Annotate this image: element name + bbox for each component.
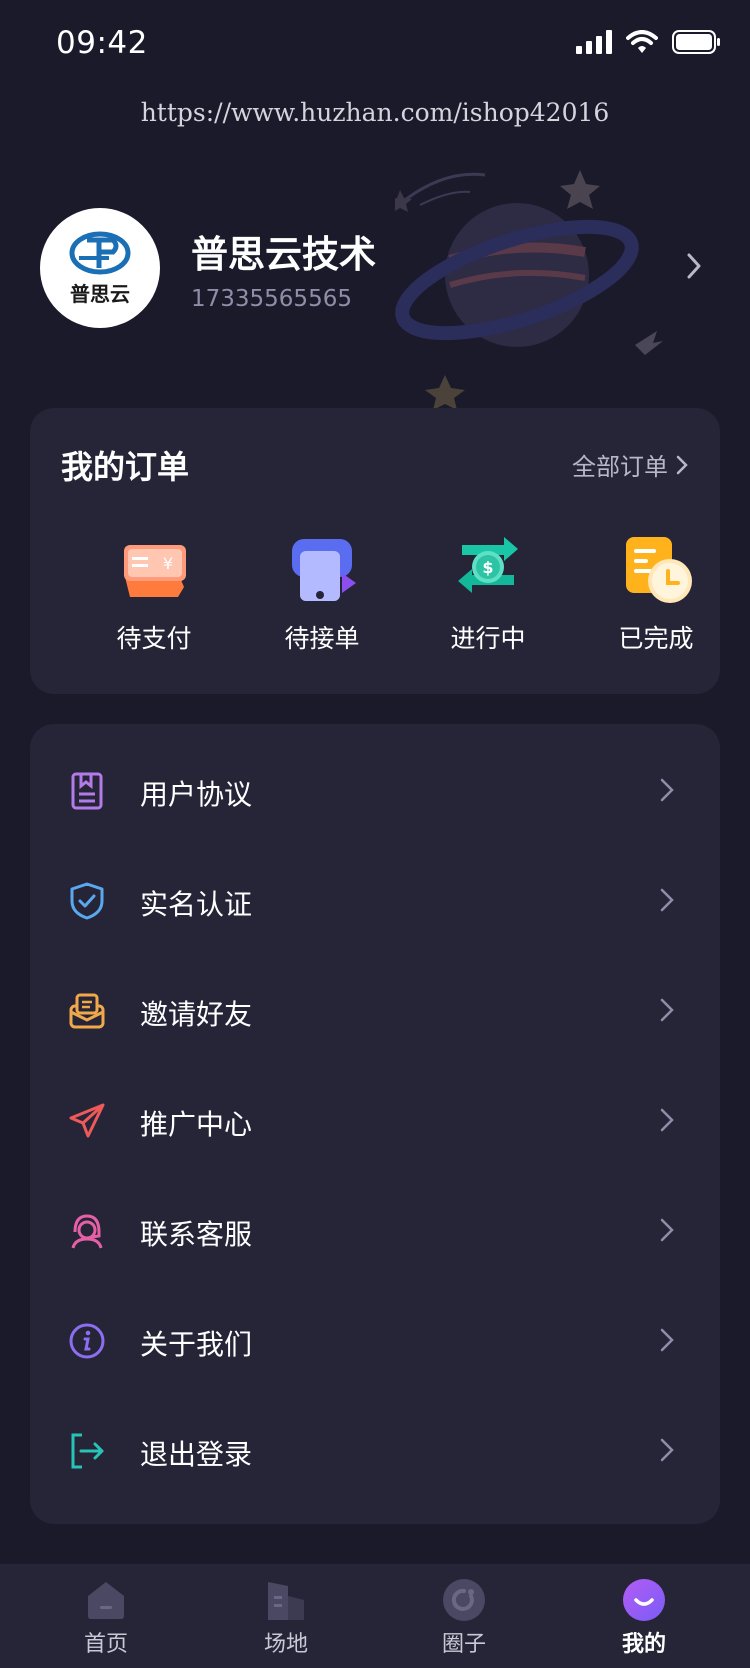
- order-pending-accept[interactable]: 待接单: [247, 533, 397, 655]
- wifi-icon: [626, 30, 658, 53]
- order-pending-payment[interactable]: ¥ 待支付: [79, 533, 229, 655]
- all-orders-link[interactable]: 全部订单: [572, 447, 688, 482]
- tab-label: 我的: [621, 1632, 666, 1657]
- menu-label: 关于我们: [140, 1328, 253, 1361]
- chevron-right-icon[interactable]: [686, 252, 702, 280]
- all-orders-label: 全部订单: [572, 453, 668, 481]
- orders-title: 我的订单: [61, 448, 190, 486]
- brand-logo-icon: [69, 231, 131, 274]
- menu-label: 实名认证: [140, 888, 253, 921]
- tab-bar: 首页 场地 圈子 我的: [0, 1564, 750, 1668]
- status-icons: [576, 30, 720, 54]
- profile-phone: 17335565565: [191, 286, 352, 312]
- svg-text:¥: ¥: [163, 554, 173, 573]
- signal-icon: [576, 30, 612, 54]
- avatar-logo-text: 普思云: [70, 281, 130, 306]
- watermark-url: https://www.huzhan.com/ishop42016: [140, 98, 610, 127]
- order-label: 进行中: [450, 624, 526, 653]
- tab-label: 首页: [83, 1632, 128, 1657]
- chevron-right-icon: [660, 1218, 674, 1242]
- menu-item-real-name-auth[interactable]: 实名认证: [30, 846, 720, 956]
- shield-check-icon: [70, 882, 104, 920]
- orders-card: 我的订单 全部订单 ¥ 待支付 待接单 $ 进行中 已完成: [30, 408, 720, 694]
- order-label: 待接单: [284, 624, 360, 653]
- svg-text:$: $: [482, 558, 493, 577]
- home-icon: [88, 1582, 124, 1619]
- pending-accept-icon: [292, 539, 356, 601]
- chevron-right-icon: [660, 778, 674, 802]
- menu-item-promotion-center[interactable]: 推广中心: [30, 1066, 720, 1176]
- logout-icon: [71, 1433, 104, 1469]
- tab-label: 场地: [263, 1632, 308, 1657]
- status-bar: 09:42: [0, 0, 750, 90]
- menu-label: 退出登录: [140, 1438, 253, 1471]
- tab-label: 圈子: [441, 1632, 486, 1657]
- completed-icon: [626, 537, 692, 603]
- envelope-icon: [69, 993, 105, 1029]
- status-time: 09:42: [56, 25, 148, 61]
- in-progress-icon: $: [458, 537, 518, 593]
- profile-name[interactable]: 普思云技术: [191, 224, 376, 278]
- menu-label: 联系客服: [140, 1218, 253, 1251]
- circle-icon: [443, 1579, 485, 1621]
- chevron-right-icon: [660, 888, 674, 912]
- headset-icon: [71, 1214, 103, 1249]
- tab-home[interactable]: 首页: [46, 1578, 166, 1658]
- chevron-right-icon: [660, 998, 674, 1022]
- menu-label: 用户协议: [140, 778, 253, 811]
- order-label: 待支付: [116, 624, 192, 653]
- menu-item-about-us[interactable]: 关于我们: [30, 1286, 720, 1396]
- tab-mine[interactable]: 我的: [584, 1578, 704, 1658]
- chevron-right-icon: [660, 1328, 674, 1352]
- menu-item-invite-friends[interactable]: 邀请好友: [30, 956, 720, 1066]
- avatar[interactable]: 普思云: [40, 208, 160, 328]
- order-completed[interactable]: 已完成: [581, 533, 731, 655]
- document-icon: [71, 772, 103, 810]
- pending-payment-icon: ¥: [124, 545, 186, 597]
- paper-plane-icon: [69, 1103, 105, 1138]
- chevron-right-icon: [660, 1108, 674, 1132]
- order-label: 已完成: [618, 624, 694, 653]
- info-icon: [69, 1323, 105, 1359]
- order-in-progress[interactable]: $ 进行中: [413, 533, 563, 655]
- tab-circle[interactable]: 圈子: [404, 1578, 524, 1658]
- smile-icon: [623, 1579, 665, 1621]
- menu-item-user-agreement[interactable]: 用户协议: [30, 736, 720, 846]
- menu-label: 推广中心: [140, 1108, 253, 1141]
- menu-item-customer-service[interactable]: 联系客服: [30, 1176, 720, 1286]
- menu-card: 用户协议 实名认证 邀请好友 推广中心 联系客服 关于我们 退出登录: [30, 724, 720, 1524]
- planet-illustration: [395, 170, 663, 410]
- menu-label: 邀请好友: [140, 998, 253, 1031]
- menu-item-logout[interactable]: 退出登录: [30, 1396, 720, 1506]
- tab-venue[interactable]: 场地: [226, 1578, 346, 1658]
- venue-icon: [268, 1582, 304, 1620]
- chevron-right-icon: [676, 455, 688, 474]
- battery-icon: [672, 30, 720, 54]
- chevron-right-icon: [660, 1438, 674, 1462]
